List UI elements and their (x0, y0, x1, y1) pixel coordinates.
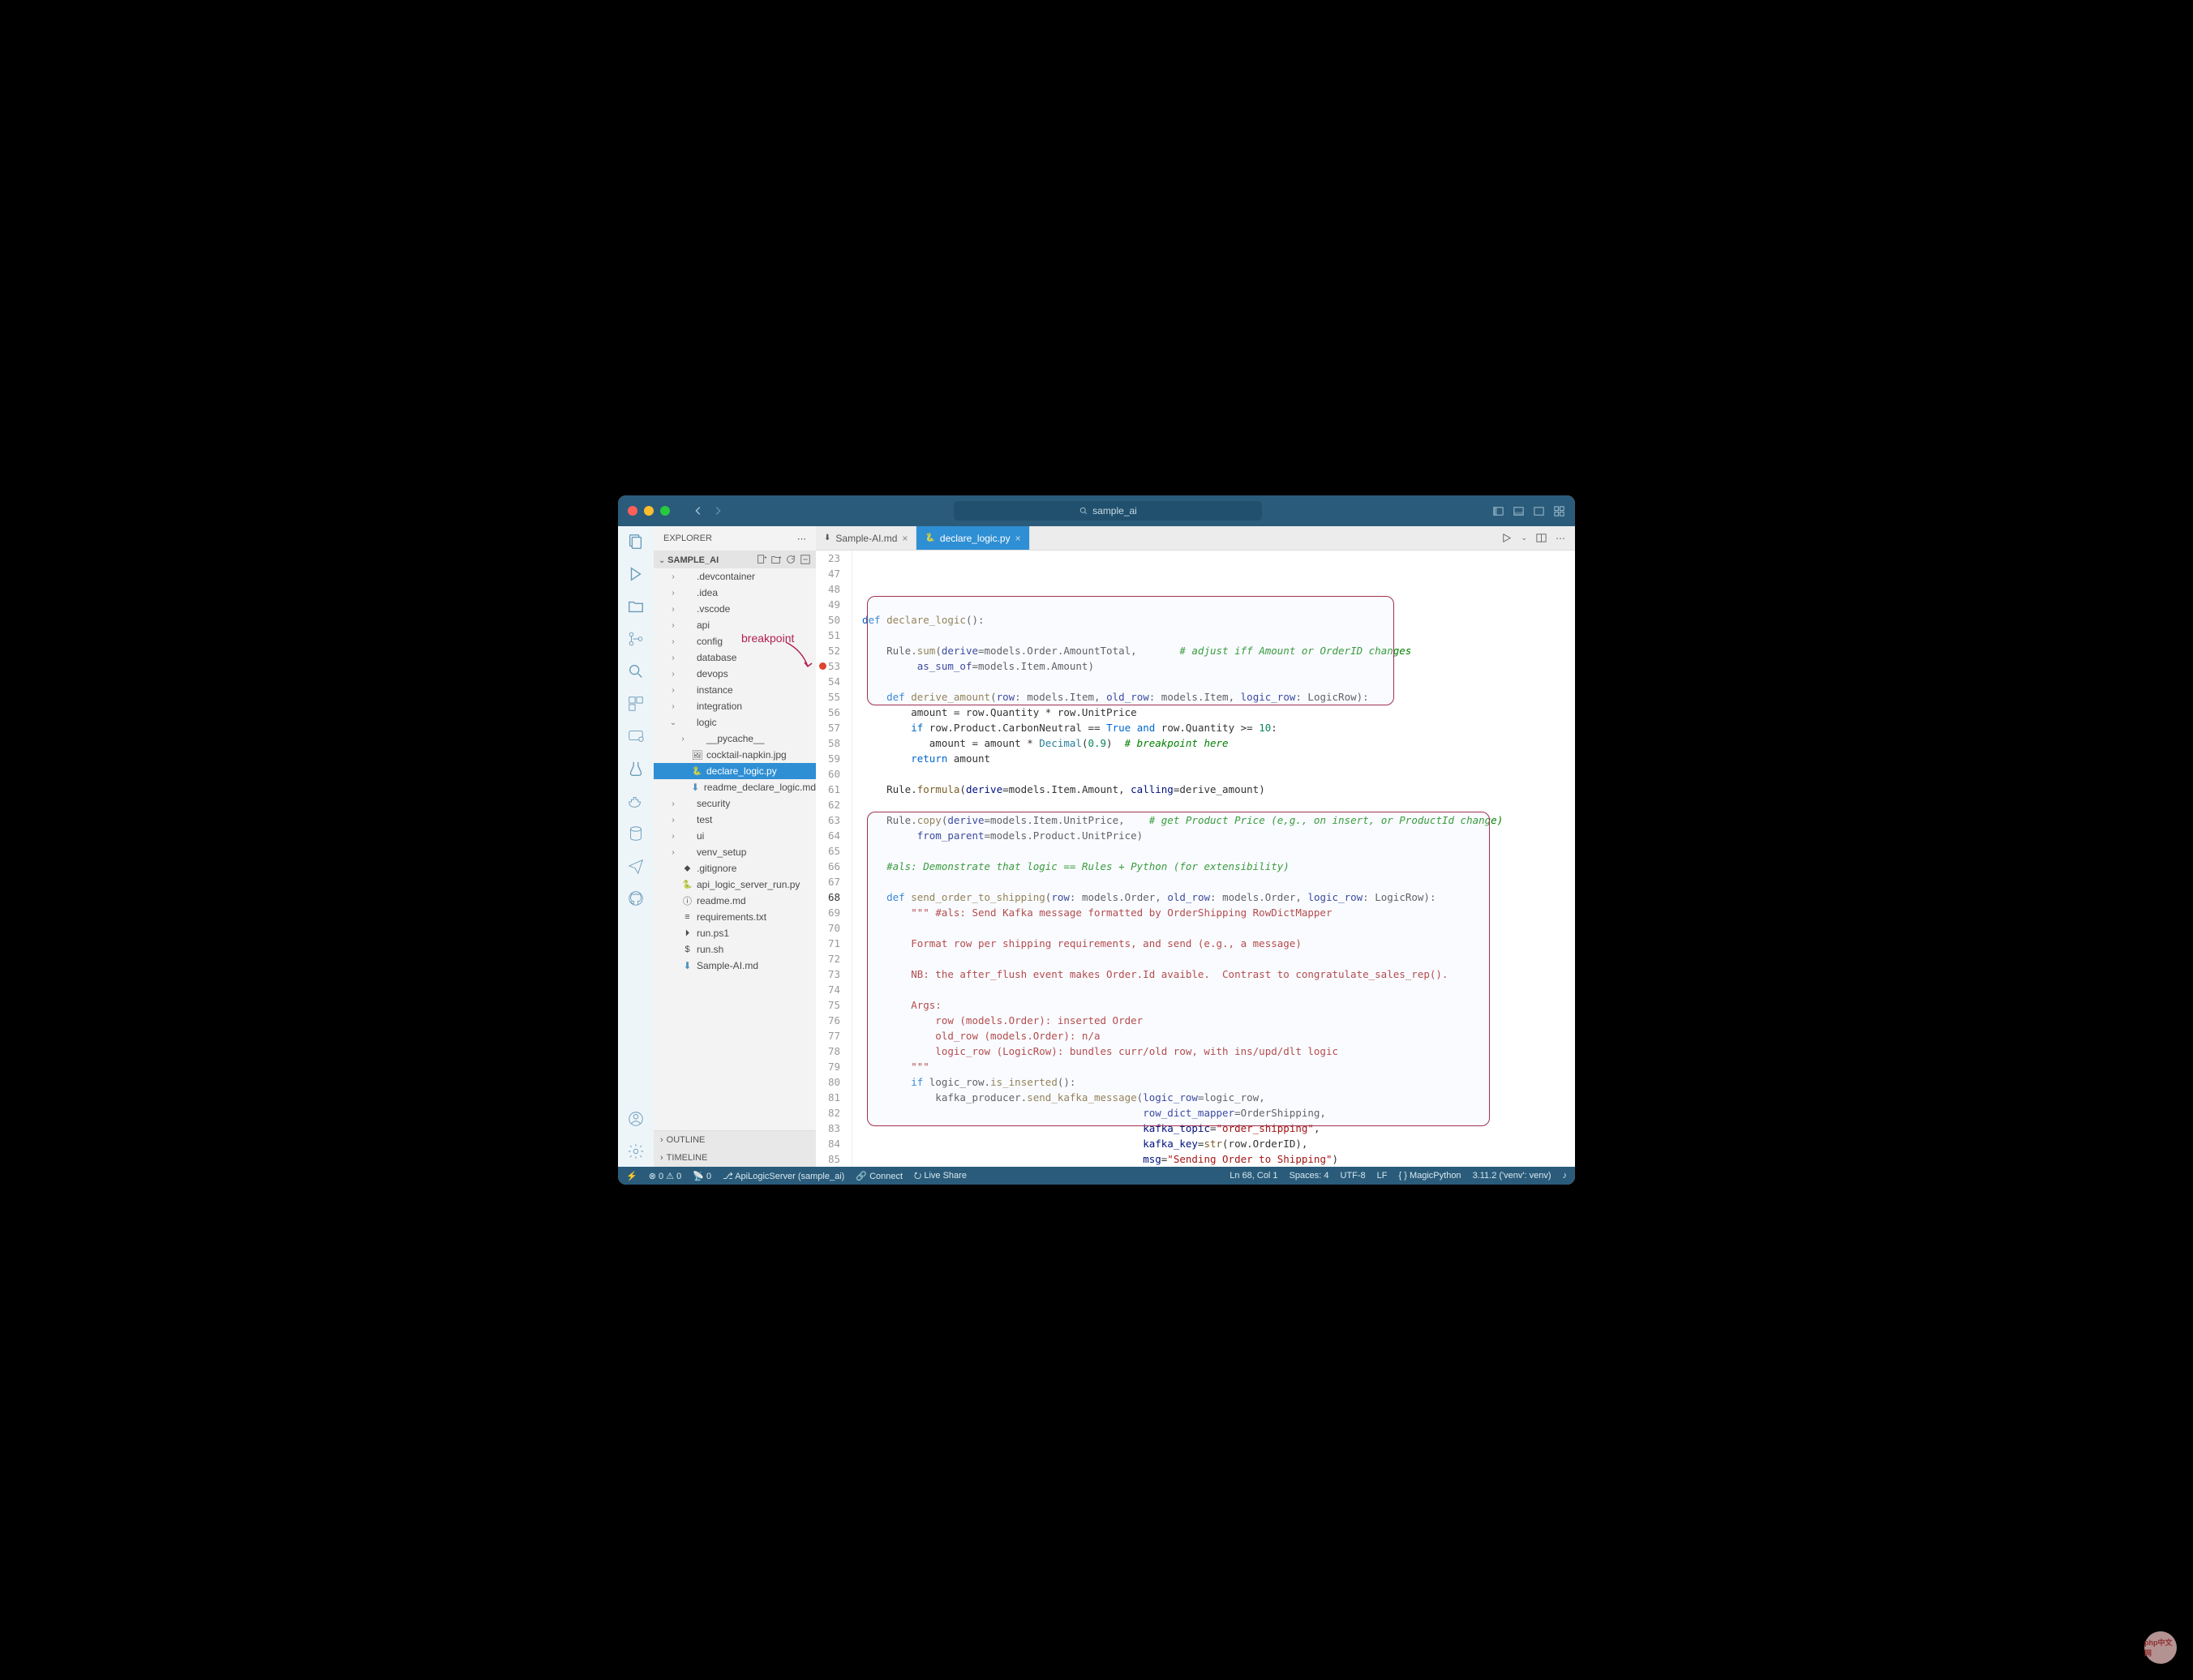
panel-bottom-icon[interactable] (1513, 505, 1525, 517)
tree-item[interactable]: 🖼cocktail-napkin.jpg (654, 747, 816, 763)
explorer-icon[interactable] (627, 533, 645, 551)
new-file-icon[interactable] (756, 554, 767, 565)
refresh-icon[interactable] (785, 554, 796, 565)
traffic-lights[interactable] (628, 506, 670, 516)
connect[interactable]: 🔗 Connect (856, 1171, 903, 1181)
run-icon[interactable] (1500, 532, 1513, 544)
back-icon[interactable] (693, 505, 704, 516)
ports[interactable]: 📡 0 (693, 1171, 711, 1181)
nav-arrows[interactable] (693, 505, 723, 516)
live-share[interactable]: ⭮ Live Share (914, 1168, 967, 1184)
language-mode[interactable]: { } MagicPython (1399, 1171, 1461, 1181)
panel-right-icon[interactable] (1533, 505, 1545, 517)
search-icon[interactable] (627, 662, 645, 680)
forward-icon[interactable] (712, 505, 723, 516)
tree-item[interactable]: ›__pycache__ (654, 731, 816, 747)
folder-icon[interactable] (627, 598, 645, 615)
remote-indicator[interactable]: ⚡ (626, 1171, 637, 1181)
tree-item[interactable]: ›database (654, 649, 816, 666)
testing-icon[interactable] (627, 760, 645, 778)
close-icon[interactable]: × (902, 533, 908, 544)
tree-item[interactable]: ≡requirements.txt (654, 909, 816, 925)
tree-item[interactable]: ⬇readme_declare_logic.md (654, 779, 816, 795)
tree-item[interactable]: ⬇Sample-AI.md (654, 958, 816, 974)
tree-item[interactable]: ›config (654, 633, 816, 649)
database-icon[interactable] (627, 825, 645, 842)
gutter[interactable]: 2347484950515253545556575859606162636465… (816, 551, 852, 1167)
project-name: SAMPLE_AI (667, 555, 719, 565)
file-tree[interactable]: breakpoint ›.devcontainer›.idea›.vscode›… (654, 568, 816, 1130)
tree-item[interactable]: ›security (654, 795, 816, 812)
customize-layout-icon[interactable] (1553, 505, 1565, 517)
tree-item[interactable]: 🐍declare_logic.py (654, 763, 816, 779)
more-icon[interactable]: ⋯ (1556, 533, 1565, 544)
panel-left-icon[interactable] (1492, 505, 1504, 517)
github-icon[interactable] (627, 889, 645, 907)
more-icon[interactable]: ⋯ (797, 534, 806, 544)
tree-item[interactable]: ›devops (654, 666, 816, 682)
tree-item[interactable]: ⌄logic (654, 714, 816, 731)
outline-section[interactable]: ›OUTLINE (654, 1131, 816, 1149)
titlebar: sample_ai (618, 495, 1575, 526)
code-editor[interactable]: 2347484950515253545556575859606162636465… (816, 551, 1575, 1167)
split-icon[interactable] (1535, 532, 1547, 544)
tree-item[interactable]: ›venv_setup (654, 844, 816, 860)
encoding[interactable]: UTF-8 (1340, 1171, 1365, 1181)
problems[interactable]: ⊗ 0 ⚠ 0 (649, 1171, 681, 1181)
sidebar-header: EXPLORER ⋯ (654, 526, 816, 551)
docker-icon[interactable] (627, 792, 645, 810)
layout-controls[interactable] (1492, 505, 1565, 517)
account-icon[interactable] (627, 1110, 645, 1128)
eol[interactable]: LF (1377, 1171, 1388, 1181)
tree-item[interactable]: ›test (654, 812, 816, 828)
remote-icon[interactable] (627, 727, 645, 745)
sidebar: EXPLORER ⋯ ⌄ SAMPLE_AI breakpoint ›.devc… (654, 526, 816, 1167)
location-text: sample_ai (1092, 505, 1137, 516)
source-control-icon[interactable] (627, 630, 645, 648)
code-content[interactable]: def declare_logic(): Rule.sum(derive=mod… (852, 551, 1575, 1167)
timeline-section[interactable]: ›TIMELINE (654, 1149, 816, 1167)
tree-item[interactable]: ›integration (654, 698, 816, 714)
extensions-icon[interactable] (627, 695, 645, 713)
cursor-position[interactable]: Ln 68, Col 1 (1230, 1171, 1277, 1181)
tree-item[interactable]: ›api (654, 617, 816, 633)
tree-item[interactable]: ›.devcontainer (654, 568, 816, 585)
editor-tab[interactable]: ⬇Sample-AI.md× (816, 526, 916, 550)
vscode-window: sample_ai EXPL (618, 495, 1575, 1185)
tree-item[interactable]: $run.sh (654, 941, 816, 958)
editor-tab[interactable]: 🐍declare_logic.py× (916, 526, 1029, 550)
indentation[interactable]: Spaces: 4 (1290, 1171, 1329, 1181)
send-icon[interactable] (627, 857, 645, 875)
tree-item[interactable]: ›ui (654, 828, 816, 844)
close-icon[interactable]: × (1015, 533, 1021, 544)
tree-item[interactable]: ⏵run.ps1 (654, 925, 816, 941)
python-env[interactable]: 3.11.2 ('venv': venv) (1473, 1171, 1551, 1181)
project-header[interactable]: ⌄ SAMPLE_AI (654, 551, 816, 568)
notifications-icon[interactable]: ♪ (1563, 1171, 1568, 1181)
watermark-badge: php中文网 (2144, 1631, 2177, 1664)
tree-item[interactable]: ⬥.gitignore (654, 860, 816, 876)
tree-item[interactable]: 🐍api_logic_server_run.py (654, 876, 816, 893)
tree-item[interactable]: ›.idea (654, 585, 816, 601)
editor-tabs[interactable]: ⬇Sample-AI.md×🐍declare_logic.py× ⌄ ⋯ (816, 526, 1575, 551)
tree-item[interactable]: ›instance (654, 682, 816, 698)
activity-bar[interactable] (618, 526, 654, 1167)
tree-item[interactable]: ›.vscode (654, 601, 816, 617)
editor-area: ⬇Sample-AI.md×🐍declare_logic.py× ⌄ ⋯ 234… (816, 526, 1575, 1167)
tree-item[interactable]: ⓘreadme.md (654, 893, 816, 909)
run-debug-icon[interactable] (627, 565, 645, 583)
server[interactable]: ⎇ ApiLogicServer (sample_ai) (723, 1171, 844, 1181)
status-bar[interactable]: ⚡ ⊗ 0 ⚠ 0 📡 0 ⎇ ApiLogicServer (sample_a… (618, 1167, 1575, 1185)
sidebar-title: EXPLORER (663, 534, 712, 543)
new-folder-icon[interactable] (770, 554, 782, 565)
settings-icon[interactable] (627, 1142, 645, 1160)
collapse-icon[interactable] (800, 554, 811, 565)
command-center[interactable]: sample_ai (954, 501, 1262, 521)
search-icon (1079, 506, 1088, 516)
